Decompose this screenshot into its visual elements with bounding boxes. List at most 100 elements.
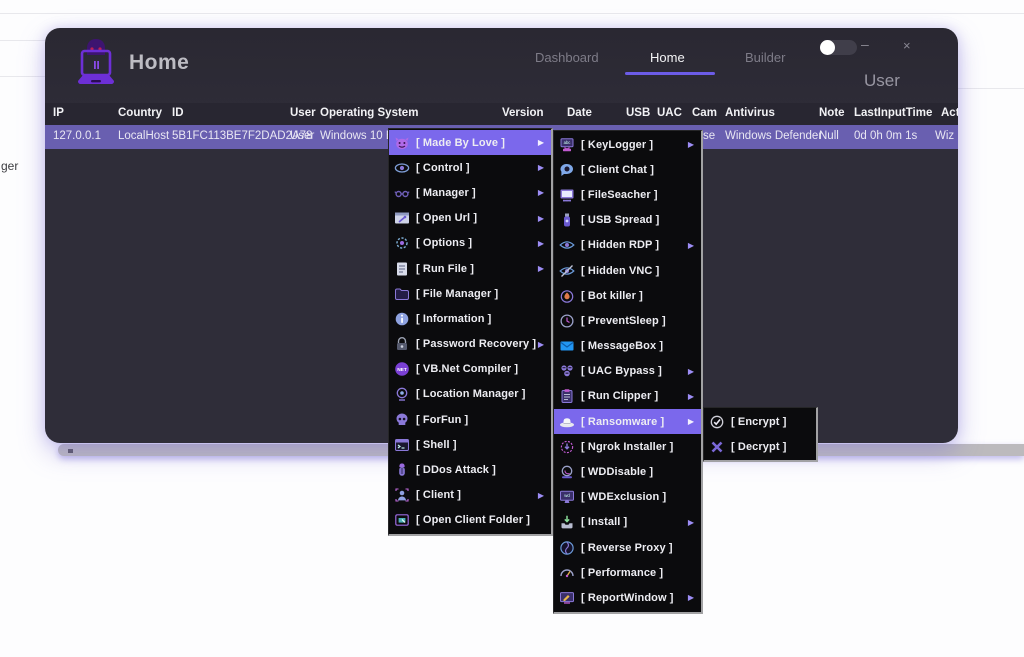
cell-user: User — [290, 130, 314, 142]
menu-item-label: [ Made By Love ] — [416, 137, 505, 149]
column-usb[interactable]: USB — [626, 107, 650, 119]
background-window-edge — [0, 76, 45, 77]
column-antivirus[interactable]: Antivirus — [725, 107, 775, 119]
person-icon — [394, 487, 410, 503]
menu-item-wdexclusion[interactable]: wd[ WDExclusion ] — [554, 485, 701, 510]
column-uac[interactable]: UAC — [657, 107, 682, 119]
menu-item-label: [ UAC Bypass ] — [581, 365, 662, 377]
menu-item-label: [ Encrypt ] — [731, 416, 787, 428]
user-label: User — [864, 71, 900, 91]
menu-item-label: [ PreventSleep ] — [581, 315, 666, 327]
column-version[interactable]: Version — [502, 107, 544, 119]
menu-item-hidden-rdp[interactable]: [ Hidden RDP ]▶ — [554, 233, 701, 258]
column-date[interactable]: Date — [567, 107, 592, 119]
menu-item-made-by-love[interactable]: [ Made By Love ] ▶ — [389, 130, 551, 155]
menu-item-label: [ ReportWindow ] — [581, 592, 674, 604]
menu-item-reportwindow[interactable]: [ ReportWindow ] ▶ — [554, 585, 701, 610]
menu-item-messagebox[interactable]: [ MessageBox ] — [554, 334, 701, 359]
menu-item-preventsleep[interactable]: [ PreventSleep ] — [554, 308, 701, 333]
menu-item-label: [ ForFun ] — [416, 414, 468, 426]
column-lastinputtime[interactable]: LastInputTime — [854, 107, 932, 119]
active-tab-indicator — [625, 72, 715, 75]
menu-item-decrypt[interactable]: [ Decrypt ] — [704, 434, 816, 459]
menu-item-wddisable[interactable]: [ WDDisable ] — [554, 459, 701, 484]
menu-item-label: [ Shell ] — [416, 439, 457, 451]
menu-item-options[interactable]: [ Options ]▶ — [389, 231, 551, 256]
skulls-icon — [559, 363, 575, 379]
menu-item-run-file[interactable]: [ Run File ] ▶ — [389, 256, 551, 281]
column-user[interactable]: User — [290, 107, 316, 119]
submenu-arrow-icon: ▶ — [538, 340, 547, 349]
menu-item-label: [ Run File ] — [416, 263, 474, 275]
menu-item-forfun[interactable]: [ ForFun ] — [389, 407, 551, 432]
menu-item-reverse-proxy[interactable]: [ Reverse Proxy ] — [554, 535, 701, 560]
tab-home[interactable]: Home — [650, 50, 685, 65]
menu-item-fileseacher[interactable]: [ FileSeacher ] — [554, 182, 701, 207]
menu-item-file-manager[interactable]: [ File Manager ] — [389, 281, 551, 306]
background-window-notch — [68, 449, 73, 453]
menu-item-information[interactable]: [ Information ] — [389, 306, 551, 331]
submenu-arrow-icon: ▶ — [538, 239, 547, 248]
background-partial-text: ger — [1, 159, 18, 173]
menu-item-manager[interactable]: [ Manager ]▶ — [389, 180, 551, 205]
menu-item-shell[interactable]: [ Shell ] — [389, 432, 551, 457]
column-id[interactable]: ID — [172, 107, 184, 119]
menu-item-ddos-attack[interactable]: [ DDos Attack ] — [389, 457, 551, 482]
menu-item-client[interactable]: [ Client ]▶ — [389, 483, 551, 508]
menu-item-label: [ Ngrok Installer ] — [581, 441, 673, 453]
column-country[interactable]: Country — [118, 107, 162, 119]
menu-item-label: [ DDos Attack ] — [416, 464, 496, 476]
tab-dashboard[interactable]: Dashboard — [535, 50, 599, 65]
context-menu-ransomware: [ Encrypt ] [ Decrypt ] — [703, 407, 818, 462]
submenu-arrow-icon: ▶ — [538, 264, 547, 273]
column-cam[interactable]: Cam — [692, 107, 717, 119]
menu-item-location-manager[interactable]: [ Location Manager ] — [389, 382, 551, 407]
cell-country: LocalHost — [118, 130, 169, 142]
info-icon — [394, 311, 410, 327]
menu-item-label: [ Open Url ] — [416, 212, 477, 224]
close-button[interactable]: × — [903, 38, 911, 53]
column-note[interactable]: Note — [819, 107, 845, 119]
submenu-arrow-icon: ▶ — [688, 518, 697, 527]
menu-item-vb-net-compiler[interactable]: NET[ VB.Net Compiler ] — [389, 357, 551, 382]
theme-toggle[interactable] — [820, 40, 857, 55]
menu-item-label: [ Performance ] — [581, 567, 663, 579]
minimize-button[interactable]: – — [861, 36, 869, 52]
menu-item-label: [ Reverse Proxy ] — [581, 542, 673, 554]
cell-last-input-time: 0d 0h 0m 1s — [854, 130, 917, 142]
column-operating-system[interactable]: Operating System — [320, 107, 418, 119]
menu-item-keylogger[interactable]: abc[ KeyLogger ]▶ — [554, 132, 701, 157]
menu-item-open-url[interactable]: [ Open Url ]▶ — [389, 206, 551, 231]
check-circle-icon — [709, 414, 725, 430]
bomb-icon — [394, 462, 410, 478]
menu-item-encrypt[interactable]: [ Encrypt ] — [704, 409, 816, 434]
menu-item-ransomware[interactable]: [ Ransomware ]▶ — [554, 409, 701, 434]
menu-item-hidden-vnc[interactable]: [ Hidden VNC ] — [554, 258, 701, 283]
menu-item-install[interactable]: [ Install ]▶ — [554, 510, 701, 535]
menu-item-label: [ File Manager ] — [416, 288, 498, 300]
menu-item-ngrok-installer[interactable]: [ Ngrok Installer ] — [554, 434, 701, 459]
menu-item-usb-spread[interactable]: [ USB Spread ] — [554, 208, 701, 233]
menu-item-client-chat[interactable]: [ Client Chat ] — [554, 157, 701, 182]
submenu-arrow-icon: ▶ — [538, 163, 547, 172]
submenu-arrow-icon: ▶ — [688, 593, 697, 602]
menu-item-control[interactable]: [ Control ]▶ — [389, 155, 551, 180]
glasses-icon — [394, 185, 410, 201]
menu-item-open-client-folder[interactable]: [ Open Client Folder ] — [389, 508, 551, 533]
menu-item-run-clipper[interactable]: [ Run Clipper ]▶ — [554, 384, 701, 409]
net-badge-icon: NET — [394, 361, 410, 377]
skull-icon — [394, 412, 410, 428]
menu-item-label: [ Bot killer ] — [581, 290, 643, 302]
column-act[interactable]: Act — [941, 107, 958, 119]
menu-item-label: [ Hidden VNC ] — [581, 265, 659, 277]
menu-item-label: [ Manager ] — [416, 187, 476, 199]
menu-item-performance[interactable]: [ Performance ] — [554, 560, 701, 585]
menu-item-bot-killer[interactable]: [ Bot killer ] — [554, 283, 701, 308]
submenu-arrow-icon: ▶ — [538, 491, 547, 500]
menu-item-label: [ MessageBox ] — [581, 340, 663, 352]
tab-builder[interactable]: Builder — [745, 50, 785, 65]
column-ip[interactable]: IP — [53, 107, 64, 119]
submenu-arrow-icon: ▶ — [538, 138, 547, 147]
menu-item-password-recovery[interactable]: [ Password Recovery ]▶ — [389, 332, 551, 357]
menu-item-uac-bypass[interactable]: [ UAC Bypass ]▶ — [554, 359, 701, 384]
